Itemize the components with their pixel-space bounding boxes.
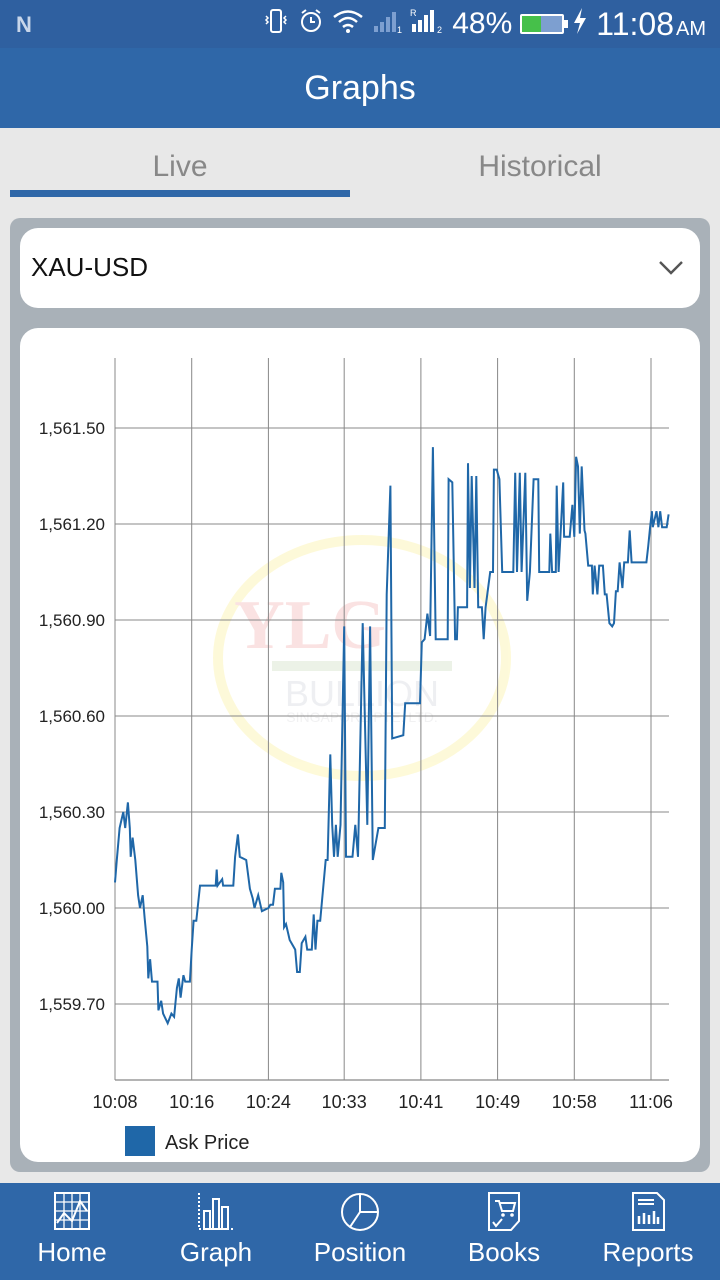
- x-tick-label: 10:33: [322, 1092, 367, 1112]
- tab-bar: Live Historical: [0, 128, 720, 200]
- x-axis: 10:08 10:16 10:24 10:33 10:41 10:49 10:58 11:06: [92, 1079, 673, 1112]
- ask-price-line: [114, 447, 670, 1026]
- pie-chart-icon: [341, 1193, 379, 1231]
- svg-text:2: 2: [437, 25, 442, 34]
- vibrate-icon: [262, 8, 290, 40]
- legend-label-ask-price: Ask Price: [165, 1132, 249, 1154]
- battery-percent: 48%: [452, 7, 513, 40]
- y-tick-label: 1,559.70: [39, 995, 105, 1014]
- signal-sim2-icon: R2: [410, 8, 444, 40]
- clock-time-value: 11:08: [596, 5, 674, 42]
- y-tick-label: 1,560.90: [39, 611, 105, 630]
- y-tick-label: 1,560.00: [39, 899, 105, 918]
- x-tick-label: 10:58: [552, 1092, 597, 1112]
- chart-card: YLG BULLION SINGAPORE PTE. LTD. 1,559.70…: [20, 328, 700, 1162]
- price-chart: YLG BULLION SINGAPORE PTE. LTD. 1,559.70…: [39, 358, 673, 1156]
- y-axis: 1,559.70 1,560.00 1,560.30 1,560.60 1,560.90…: [39, 419, 105, 1014]
- y-tick-label: 1,561.50: [39, 419, 105, 438]
- wifi-icon: [332, 8, 364, 40]
- nav-position[interactable]: Position: [288, 1183, 432, 1280]
- charging-lightning-icon: [572, 7, 588, 41]
- tab-live[interactable]: Live: [10, 150, 350, 184]
- nav-graph[interactable]: Graph: [144, 1183, 288, 1280]
- clock-ampm: AM: [676, 17, 706, 40]
- watermark-line3: SINGAPORE PTE. LTD.: [286, 709, 437, 725]
- report-doc-icon: [632, 1192, 665, 1231]
- bar-graph-icon: [198, 1193, 233, 1230]
- clock-time: 11:08 AM: [596, 6, 706, 43]
- home-grid-chart-icon: [54, 1192, 90, 1230]
- y-tick-label: 1,560.60: [39, 707, 105, 726]
- status-bar: N 1 R2 48% 11:08 AM: [0, 0, 720, 48]
- active-tab-indicator: [10, 190, 350, 197]
- nav-home-label: Home: [37, 1237, 107, 1267]
- y-tick-label: 1,560.30: [39, 803, 105, 822]
- tab-historical[interactable]: Historical: [370, 150, 710, 184]
- chevron-down-icon: [659, 261, 683, 275]
- y-tick-label: 1,561.20: [39, 515, 105, 534]
- x-tick-label: 10:41: [398, 1092, 443, 1112]
- nav-home[interactable]: Home: [0, 1183, 144, 1280]
- notification-n-icon: N: [16, 12, 32, 37]
- nav-books-label: Books: [467, 1237, 541, 1267]
- x-tick-label: 10:49: [475, 1092, 520, 1112]
- nav-reports-label: Reports: [602, 1237, 694, 1267]
- x-tick-label: 10:08: [92, 1092, 137, 1112]
- bottom-nav: Home Graph Position Books Reports: [0, 1183, 720, 1280]
- x-tick-label: 10:16: [169, 1092, 214, 1112]
- legend: Ask Price: [125, 1126, 249, 1156]
- nav-books[interactable]: Books: [432, 1183, 576, 1280]
- battery-icon: [520, 14, 569, 34]
- signal-sim1-icon: 1: [372, 8, 402, 40]
- x-tick-label: 11:06: [629, 1092, 673, 1112]
- nav-position-label: Position: [313, 1237, 407, 1267]
- instrument-selected-value: XAU-USD: [31, 252, 149, 282]
- instrument-dropdown[interactable]: XAU-USD: [20, 228, 700, 308]
- cart-book-icon: [488, 1192, 520, 1231]
- app-bar: Graphs: [0, 48, 720, 128]
- svg-text:1: 1: [397, 25, 402, 34]
- legend-swatch-ask-price: [125, 1126, 155, 1156]
- alarm-icon: [298, 8, 324, 40]
- x-tick-label: 10:24: [246, 1092, 291, 1112]
- page-title: Graphs: [304, 68, 416, 107]
- svg-text:R: R: [410, 8, 417, 18]
- nav-reports[interactable]: Reports: [576, 1183, 720, 1280]
- nav-graph-label: Graph: [179, 1237, 253, 1267]
